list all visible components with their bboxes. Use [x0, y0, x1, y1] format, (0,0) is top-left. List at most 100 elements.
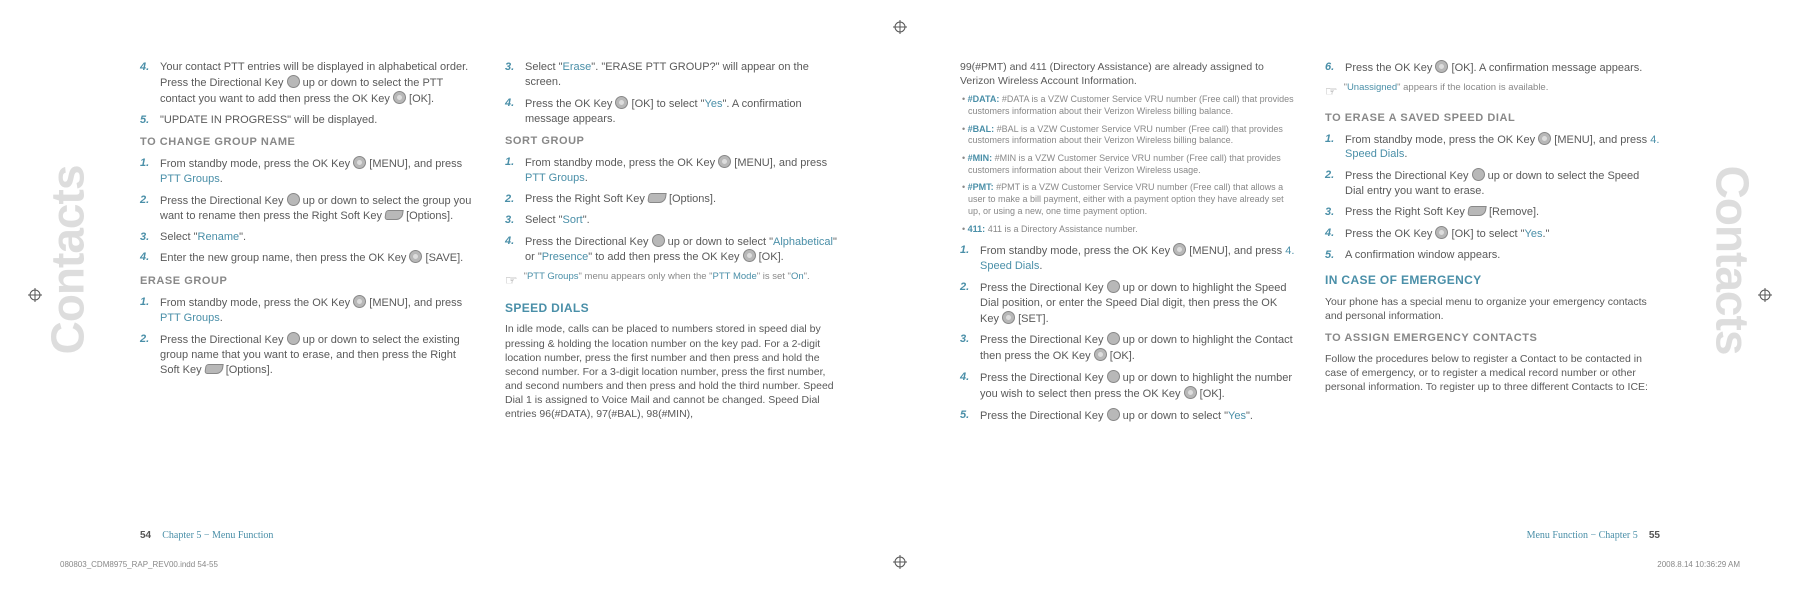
footer-right: Menu Function − Chapter 5 55 [1527, 530, 1660, 541]
step-body: Select "Rename". [160, 230, 475, 245]
step-number: 4. [140, 250, 154, 266]
step-body: Press the Directional Key up or down to … [980, 408, 1295, 424]
page-55: Contacts 99(#PMT) and 411 (Directory Ass… [900, 0, 1800, 589]
step-number: 4. [505, 234, 519, 266]
step-number: 3. [140, 230, 154, 245]
heading-erase-speed-dial: TO ERASE A SAVED SPEED DIAL [1325, 111, 1660, 126]
step: 1. From standby mode, press the OK Key [… [140, 156, 475, 187]
menu-link: Rename [198, 231, 240, 243]
menu-link: PTT Groups [525, 172, 585, 184]
nav-key-icon [1107, 280, 1120, 293]
step: 3. Press the Directional Key up or down … [960, 332, 1295, 364]
step-body: From standby mode, press the OK Key [MEN… [160, 295, 475, 326]
step: 4. Press the OK Key [OK] to select "Yes.… [1325, 226, 1660, 242]
step-number: 4. [960, 370, 974, 402]
registration-mark-icon [28, 288, 42, 302]
step: 2. Press the Directional Key up or down … [960, 280, 1295, 327]
step-body: Press the Directional Key up or down to … [525, 234, 840, 266]
speed-dial-cont: 99(#PMT) and 411 (Directory Assistance) … [960, 60, 1295, 88]
step: 6. Press the OK Key [OK]. A confirmation… [1325, 60, 1660, 76]
note-text: "PTT Groups" menu appears only when the … [524, 271, 810, 290]
step-body: Enter the new group name, then press the… [160, 250, 475, 266]
page-54: Contacts 4. Your contact PTT entries wil… [0, 0, 900, 589]
step: 1. From standby mode, press the OK Key [… [960, 243, 1295, 274]
heading-erase-group: ERASE GROUP [140, 274, 475, 289]
step: 4. Press the Directional Key up or down … [960, 370, 1295, 402]
thumb-tab-left: Contacts [40, 110, 95, 410]
ok-key-icon [718, 155, 731, 168]
fine-print: • 411: 411 is a Directory Assistance num… [960, 224, 1295, 236]
menu-link: Yes [705, 98, 723, 110]
step-body: A confirmation window appears. [1345, 248, 1660, 263]
step-number: 2. [505, 192, 519, 207]
thumb-tab-right: Contacts [1705, 110, 1760, 410]
fine-print: • #BAL: #BAL is a VZW Customer Service V… [960, 124, 1295, 147]
step: 3. Select "Rename". [140, 230, 475, 245]
step-body: Press the OK Key [OK] to select "Yes". A… [525, 96, 840, 127]
column-1: 4. Your contact PTT entries will be disp… [140, 60, 475, 500]
nav-key-icon [1472, 168, 1485, 181]
chapter-label: Menu Function − Chapter 5 [1527, 530, 1638, 541]
hand-icon: ☞ [1325, 82, 1338, 101]
step: 2. Press the Directional Key up or down … [140, 332, 475, 378]
heading-ice: IN CASE OF EMERGENCY [1325, 272, 1660, 288]
step: 5. A confirmation window appears. [1325, 248, 1660, 263]
step-number: 4. [1325, 226, 1339, 242]
ok-key-icon [743, 249, 756, 262]
step-number: 5. [1325, 248, 1339, 263]
step-body: Press the Directional Key up or down to … [980, 280, 1295, 327]
heading-sort-group: SORT GROUP [505, 134, 840, 149]
ok-key-icon [1435, 226, 1448, 239]
heading-change-group: TO CHANGE GROUP NAME [140, 135, 475, 150]
menu-link: Sort [563, 214, 583, 226]
columns: 99(#PMT) and 411 (Directory Assistance) … [960, 60, 1660, 500]
column-2: 6. Press the OK Key [OK]. A confirmation… [1325, 60, 1660, 500]
step: 3. Select "Erase". "ERASE PTT GROUP?" wi… [505, 60, 840, 90]
step-number: 4. [140, 60, 154, 107]
step-body: Press the Directional Key up or down to … [980, 370, 1295, 402]
fine-print: • #DATA: #DATA is a VZW Customer Service… [960, 94, 1295, 117]
step: 1. From standby mode, press the OK Key [… [140, 295, 475, 326]
registration-mark-icon [1758, 288, 1772, 302]
nav-key-icon [652, 234, 665, 247]
fine-print: • #MIN: #MIN is a VZW Customer Service V… [960, 153, 1295, 176]
step-number: 3. [1325, 205, 1339, 220]
note: ☞ "PTT Groups" menu appears only when th… [505, 271, 840, 290]
ok-key-icon [1173, 243, 1186, 256]
step-body: Your contact PTT entries will be display… [160, 60, 475, 107]
step-number: 2. [1325, 168, 1339, 199]
assign-intro: Follow the procedures below to register … [1325, 352, 1660, 395]
print-timestamp: 2008.8.14 10:36:29 AM [1657, 560, 1740, 569]
step-body: Press the Right Soft Key [Remove]. [1345, 205, 1660, 220]
menu-link: Erase [563, 61, 592, 73]
step-number: 1. [1325, 132, 1339, 163]
column-2: 3. Select "Erase". "ERASE PTT GROUP?" wi… [505, 60, 840, 500]
step-body: From standby mode, press the OK Key [MEN… [1345, 132, 1660, 163]
nav-key-icon [287, 193, 300, 206]
step-body: Select "Sort". [525, 213, 840, 228]
menu-link: Yes [1525, 228, 1543, 240]
step: 4. Press the OK Key [OK] to select "Yes"… [505, 96, 840, 127]
heading-speed-dials: SPEED DIALS [505, 300, 840, 316]
nav-key-icon [1107, 408, 1120, 421]
step-body: Select "Erase". "ERASE PTT GROUP?" will … [525, 60, 840, 90]
step-number: 2. [140, 193, 154, 224]
step: 1. From standby mode, press the OK Key [… [505, 155, 840, 186]
page-number: 54 [140, 530, 151, 541]
step-number: 5. [140, 113, 154, 128]
step-body: Press the Directional Key up or down to … [160, 332, 475, 378]
nav-key-icon [1107, 370, 1120, 383]
note-text: "Unassigned" appears if the location is … [1344, 82, 1549, 101]
ok-key-icon [1435, 60, 1448, 73]
menu-link: PTT Groups [160, 312, 220, 324]
column-1: 99(#PMT) and 411 (Directory Assistance) … [960, 60, 1295, 500]
step-number: 1. [960, 243, 974, 274]
step: 2. Press the Directional Key up or down … [140, 193, 475, 224]
step: 2. Press the Directional Key up or down … [1325, 168, 1660, 199]
step-body: From standby mode, press the OK Key [MEN… [160, 156, 475, 187]
fine-print: • #PMT: #PMT is a VZW Customer Service V… [960, 182, 1295, 217]
ok-key-icon [353, 156, 366, 169]
softkey-icon [384, 210, 403, 220]
step-number: 1. [505, 155, 519, 186]
tab-label: Contacts [1706, 166, 1760, 355]
